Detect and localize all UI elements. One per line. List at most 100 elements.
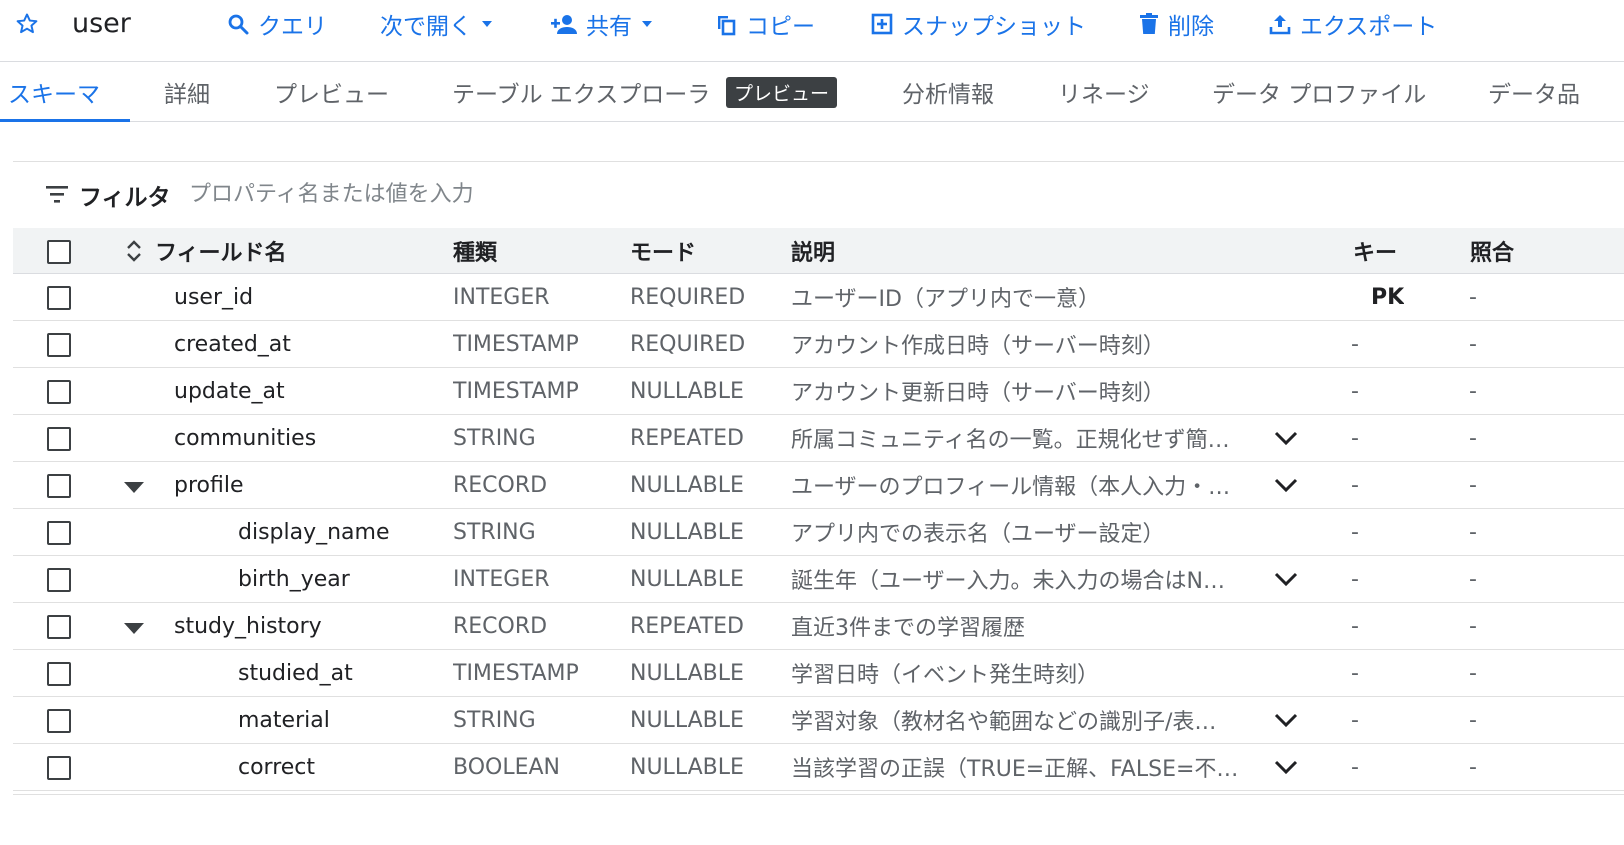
table-row[interactable]: birth_year INTEGER NULLABLE 誕生年（ユーザー入力。未入力の… — [13, 556, 1624, 603]
row-checkbox[interactable] — [47, 615, 71, 639]
snapshot-button[interactable]: スナップショット — [870, 4, 1086, 44]
field-type: RECORD — [453, 613, 548, 639]
row-checkbox[interactable] — [47, 333, 71, 357]
field-mode: NULLABLE — [630, 519, 744, 545]
row-checkbox[interactable] — [47, 286, 71, 310]
field-mode: NULLABLE — [630, 660, 744, 686]
table-row[interactable]: communities STRING REPEATED 所属コミュニティ名の一覧。正規… — [13, 415, 1624, 462]
row-checkbox[interactable] — [47, 756, 71, 780]
row-checkbox[interactable] — [47, 521, 71, 545]
table-row[interactable]: update_at TIMESTAMP NULLABLE アカウント更新日時（サーバー… — [13, 368, 1624, 415]
table-row[interactable]: study_history RECORD REPEATED 直近3件までの学習履歴 - - — [13, 603, 1624, 650]
expand-description-icon[interactable] — [1273, 569, 1299, 593]
collapse-triangle-icon[interactable] — [123, 620, 145, 639]
field-type: TIMESTAMP — [453, 660, 579, 686]
column-header-key[interactable]: キー — [1353, 228, 1397, 273]
field-mode: NULLABLE — [630, 707, 744, 733]
field-description: アプリ内での表示名（ユーザー設定） — [791, 509, 1241, 555]
field-name: profile — [174, 472, 244, 498]
divider — [13, 161, 1624, 162]
expand-description-icon[interactable] — [1273, 475, 1299, 499]
field-description-text: 当該学習の正誤（TRUE=正解、FALSE=不… — [791, 757, 1239, 782]
collapse-triangle-icon[interactable] — [123, 479, 145, 498]
field-key: - — [1351, 754, 1359, 780]
field-type: TIMESTAMP — [453, 378, 579, 404]
share-button[interactable]: 共有 — [550, 4, 654, 44]
upload-icon — [1269, 15, 1291, 35]
field-description: 誕生年（ユーザー入力。未入力の場合はN… — [791, 556, 1241, 602]
field-key: - — [1351, 425, 1359, 451]
table-toolbar: user クエリ 次で開く 共有 コピー スナップショット 削除 エクスポート — [0, 0, 1624, 62]
field-collation: - — [1469, 519, 1477, 545]
tab-details[interactable]: 詳細 — [164, 62, 210, 122]
row-checkbox[interactable] — [47, 568, 71, 592]
expand-description-icon[interactable] — [1273, 757, 1299, 781]
tab-data-quality[interactable]: データ品 — [1488, 62, 1580, 122]
table-row[interactable]: correct BOOLEAN NULLABLE 当該学習の正誤（TRUE=正解、FA… — [13, 744, 1624, 791]
expand-description-icon[interactable] — [1273, 428, 1299, 452]
field-description: アカウント更新日時（サーバー時刻） — [791, 368, 1241, 414]
tab-data-profile[interactable]: データ プロファイル — [1212, 62, 1426, 122]
expand-description-icon[interactable] — [1273, 710, 1299, 734]
select-all-checkbox[interactable] — [47, 240, 71, 264]
field-description-text: 学習対象（教材名や範囲などの識別子/表… — [791, 710, 1217, 735]
tab-preview[interactable]: プレビュー — [274, 62, 389, 122]
field-mode: REQUIRED — [630, 331, 746, 357]
caret-down-icon — [642, 21, 652, 27]
field-collation: - — [1469, 331, 1477, 357]
table-row[interactable]: material STRING NULLABLE 学習対象（教材名や範囲などの識別子/… — [13, 697, 1624, 744]
filter-input[interactable] — [189, 176, 1089, 212]
field-description-text: 直近3件までの学習履歴 — [791, 616, 1025, 641]
field-name: communities — [174, 425, 317, 451]
row-checkbox[interactable] — [47, 427, 71, 451]
field-description: 学習日時（イベント発生時刻） — [791, 650, 1241, 696]
field-description-text: アカウント作成日時（サーバー時刻） — [791, 334, 1165, 359]
schema-table: フィールド名 種類 モード 説明 キー 照合 user_id INTEGER REQ… — [13, 228, 1624, 791]
field-collation: - — [1469, 378, 1477, 404]
active-tab-indicator — [0, 119, 130, 122]
row-checkbox[interactable] — [47, 709, 71, 733]
row-checkbox[interactable] — [47, 474, 71, 498]
field-name: update_at — [174, 378, 285, 404]
row-checkbox[interactable] — [47, 662, 71, 686]
field-mode: REPEATED — [630, 425, 744, 451]
filter-bar: フィルタ — [13, 170, 1624, 218]
field-key: - — [1351, 707, 1359, 733]
table-row[interactable]: created_at TIMESTAMP REQUIRED アカウント作成日時（サーバ… — [13, 321, 1624, 368]
field-type: RECORD — [453, 472, 548, 498]
field-key: - — [1351, 378, 1359, 404]
row-checkbox[interactable] — [47, 380, 71, 404]
column-header-collation[interactable]: 照合 — [1470, 228, 1514, 273]
column-header-field-name[interactable]: フィールド名 — [155, 228, 287, 273]
tab-insights[interactable]: 分析情報 — [902, 62, 994, 122]
field-mode: NULLABLE — [630, 566, 744, 592]
tab-lineage[interactable]: リネージ — [1058, 62, 1150, 122]
field-key: - — [1351, 566, 1359, 592]
field-name: study_history — [174, 613, 322, 639]
field-key: - — [1351, 660, 1359, 686]
table-row[interactable]: profile RECORD NULLABLE ユーザーのプロフィール情報（本人入力・… — [13, 462, 1624, 509]
star-icon[interactable] — [12, 9, 42, 39]
field-description-text: アプリ内での表示名（ユーザー設定） — [791, 522, 1165, 547]
export-button[interactable]: エクスポート — [1268, 4, 1437, 44]
column-header-description[interactable]: 説明 — [791, 228, 835, 273]
sort-icon[interactable] — [125, 237, 143, 265]
add-person-icon — [551, 15, 577, 34]
query-button[interactable]: クエリ — [226, 4, 327, 44]
field-collation: - — [1469, 613, 1477, 639]
field-description: 所属コミュニティ名の一覧。正規化せず簡… — [791, 415, 1241, 461]
tab-schema[interactable]: スキーマ — [8, 62, 100, 122]
table-row[interactable]: user_id INTEGER REQUIRED ユーザーID（アプリ内で一意） PK - — [13, 274, 1624, 321]
column-header-type[interactable]: 種類 — [453, 228, 497, 273]
table-row[interactable]: studied_at TIMESTAMP NULLABLE 学習日時（イベント発生時刻… — [13, 650, 1624, 697]
field-mode: REQUIRED — [630, 284, 746, 310]
field-key: - — [1351, 613, 1359, 639]
delete-button[interactable]: 削除 — [1138, 4, 1214, 44]
table-row[interactable]: display_name STRING NULLABLE アプリ内での表示名（ユーザー… — [13, 509, 1624, 556]
open-in-button[interactable]: 次で開く — [380, 4, 494, 44]
table-title: user — [72, 8, 131, 39]
tab-table-explorer[interactable]: テーブル エクスプローラ — [452, 62, 710, 122]
column-header-mode[interactable]: モード — [630, 228, 696, 273]
copy-button[interactable]: コピー — [714, 4, 815, 44]
field-name: material — [238, 707, 330, 733]
